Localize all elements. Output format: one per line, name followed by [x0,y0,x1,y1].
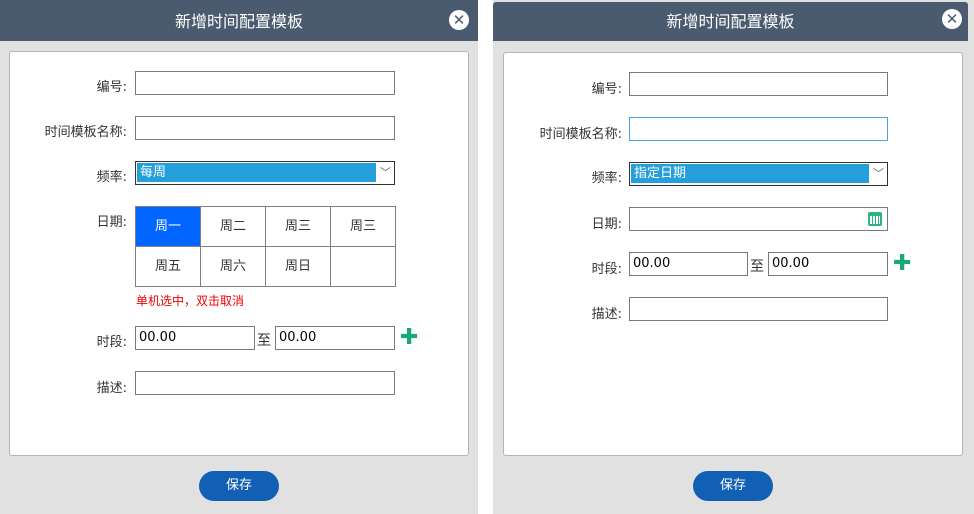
save-button[interactable]: 保存 [199,471,279,501]
day-cell-wed[interactable]: 周三 [266,207,331,247]
close-icon[interactable]: ✕ [449,10,469,30]
add-period-icon[interactable]: ✚ [400,327,418,349]
day-cell-sun[interactable]: 周日 [266,247,331,287]
add-period-icon[interactable]: ✚ [893,253,911,275]
day-cell-empty [331,247,396,287]
frequency-select[interactable]: 每周 ﹀ [135,161,395,185]
desc-input[interactable] [629,297,888,321]
day-cell-mon[interactable]: 周一 [136,207,201,247]
code-label: 编号: [591,82,622,97]
name-label: 时间模板名称: [44,125,127,140]
name-input[interactable] [135,116,395,140]
dialog-title: 新增时间配置模板 [493,2,968,41]
date-label: 日期: [591,217,622,232]
day-cell-fri[interactable]: 周五 [136,247,201,287]
code-input[interactable] [629,72,888,96]
close-icon[interactable]: ✕ [942,9,962,29]
date-label: 日期: [96,215,127,230]
right-dialog: 新增时间配置模板 ✕ 编号: 时间模板名称: 频率: 指定日期 ﹀ 日期: 时段… [493,0,974,514]
calendar-icon[interactable] [868,212,882,226]
period-label: 时段: [591,262,622,277]
name-input[interactable] [629,117,888,141]
frequency-value: 每周 [137,163,376,182]
chevron-down-icon: ﹀ [380,166,391,179]
save-button[interactable]: 保存 [693,471,773,501]
period-to-input[interactable]: 00.00 [275,326,395,350]
period-from-input[interactable]: 00.00 [135,326,255,350]
period-label: 时段: [96,335,127,350]
frequency-select[interactable]: 指定日期 ﹀ [629,162,888,186]
chevron-down-icon: ﹀ [873,167,884,180]
frequency-value: 指定日期 [631,164,869,183]
desc-label: 描述: [96,381,127,396]
desc-input[interactable] [135,371,395,395]
period-from-input[interactable]: 00.00 [629,252,748,276]
left-dialog: 新增时间配置模板 ✕ 编号: 时间模板名称: 频率: 每周 ﹀ 日期: 周一 周… [0,0,478,514]
day-cell-thu[interactable]: 周三 [331,207,396,247]
weekday-grid: 周一 周二 周三 周三 周五 周六 周日 [135,206,396,287]
date-input[interactable] [629,207,888,231]
selection-hint: 单机选中，双击取消 [136,294,245,308]
code-input[interactable] [135,71,395,95]
dialog-title: 新增时间配置模板 [0,0,478,41]
period-to-input[interactable]: 00.00 [768,252,888,276]
desc-label: 描述: [591,307,622,322]
day-cell-tue[interactable]: 周二 [201,207,266,247]
code-label: 编号: [96,80,127,95]
to-label: 至 [257,333,271,349]
frequency-label: 频率: [591,171,622,186]
to-label: 至 [750,259,764,275]
day-cell-sat[interactable]: 周六 [201,247,266,287]
frequency-label: 频率: [96,170,127,185]
name-label: 时间模板名称: [539,127,622,142]
